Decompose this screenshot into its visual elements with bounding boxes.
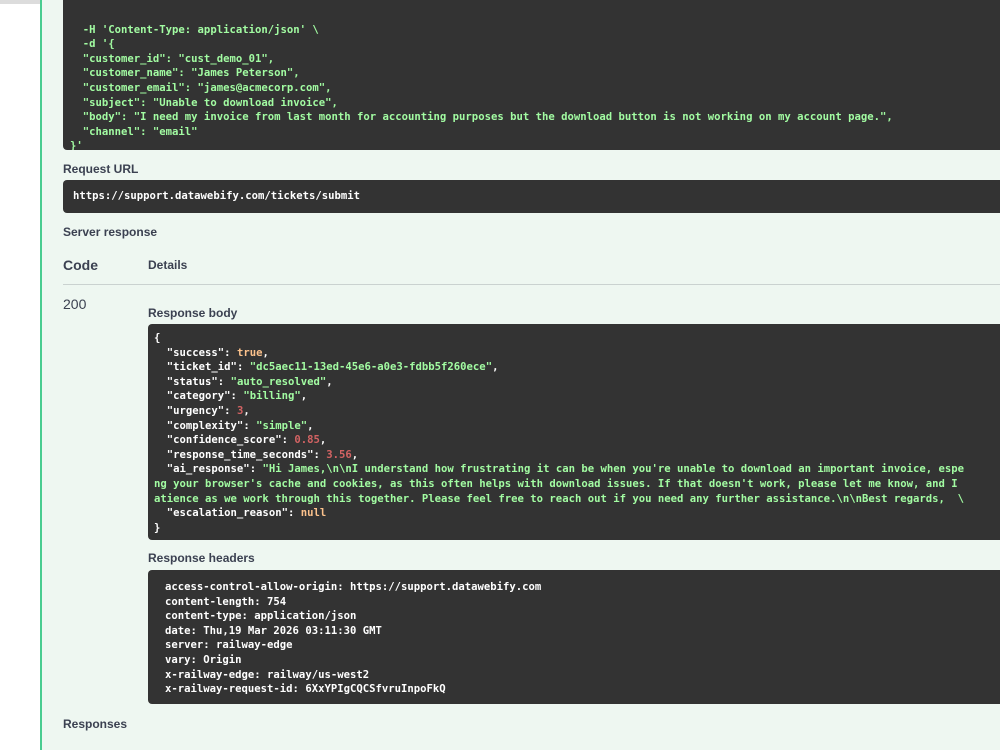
- json-field: "response_time_seconds": 3.56,: [166, 448, 359, 461]
- request-url-value: https://support.datawebify.com/tickets/s…: [73, 190, 361, 202]
- curl-line: "subject": "Unable to download invoice",: [70, 96, 338, 109]
- code-column-header: Code: [63, 257, 98, 273]
- json-field: "success": true,: [166, 346, 269, 359]
- header-line: x-railway-request-id: 6XxYPIgCQCSfvruInp…: [165, 683, 446, 696]
- curl-line: "body": "I need my invoice from last mon…: [70, 111, 893, 124]
- header-line: x-railway-edge: railway/us-west2: [165, 668, 370, 681]
- header-line: access-control-allow-origin: https://sup…: [165, 581, 542, 593]
- header-line: vary: Origin: [165, 653, 242, 666]
- responses-section-label: Responses: [63, 717, 128, 731]
- header-line: content-length: 754: [165, 595, 287, 608]
- details-column-header: Details: [148, 258, 188, 272]
- request-url-block: https://support.datawebify.com/tickets/s…: [63, 180, 1000, 213]
- json-wrapped-line: ng your browser's cache and cookies, as …: [154, 477, 958, 490]
- json-open-brace: {: [154, 332, 161, 344]
- json-field: "status": "auto_resolved",: [166, 375, 333, 388]
- response-headers-block: access-control-allow-origin: https://sup…: [148, 570, 1000, 704]
- header-line: server: railway-edge: [165, 639, 293, 652]
- json-field: "complexity": "simple",: [166, 419, 314, 432]
- response-body-block: { "success": true, "ticket_id": "dc5aec1…: [148, 324, 1000, 540]
- json-close-brace: }: [154, 521, 161, 534]
- json-field: "escalation_reason": null: [166, 507, 327, 520]
- server-response-label: Server response: [63, 225, 158, 239]
- json-field: "ticket_id": "dc5aec11-13ed-45e6-a0e3-fd…: [166, 361, 499, 374]
- curl-command-block: -H 'Content-Type: application/json' \ -d…: [63, 0, 1000, 150]
- json-field: "urgency": 3,: [166, 404, 250, 417]
- json-field: "ai_response": "Hi James,\n\nI understan…: [166, 463, 965, 476]
- curl-line: "customer_email": "james@acmecorp.com",: [70, 81, 332, 94]
- json-field: "confidence_score": 0.85,: [166, 434, 327, 447]
- curl-line: -d '{: [70, 38, 115, 51]
- response-body-label: Response body: [148, 306, 238, 320]
- curl-line: "customer_name": "James Peterson",: [70, 67, 300, 80]
- request-url-label: Request URL: [63, 162, 139, 176]
- curl-line: -H 'Content-Type: application/json' \: [70, 23, 319, 36]
- table-divider: [63, 284, 1000, 285]
- curl-line: }': [70, 140, 83, 150]
- json-wrapped-line: atience as we work through this together…: [154, 492, 965, 505]
- header-line: content-type: application/json: [165, 610, 357, 623]
- response-headers-label: Response headers: [148, 551, 255, 565]
- curl-line: "channel": "email": [70, 125, 198, 138]
- response-status-code: 200: [63, 296, 87, 312]
- json-field: "category": "billing",: [166, 390, 308, 403]
- header-line: date: Thu,19 Mar 2026 03:11:30 GMT: [165, 624, 382, 637]
- curl-line: "customer_id": "cust_demo_01",: [70, 52, 275, 65]
